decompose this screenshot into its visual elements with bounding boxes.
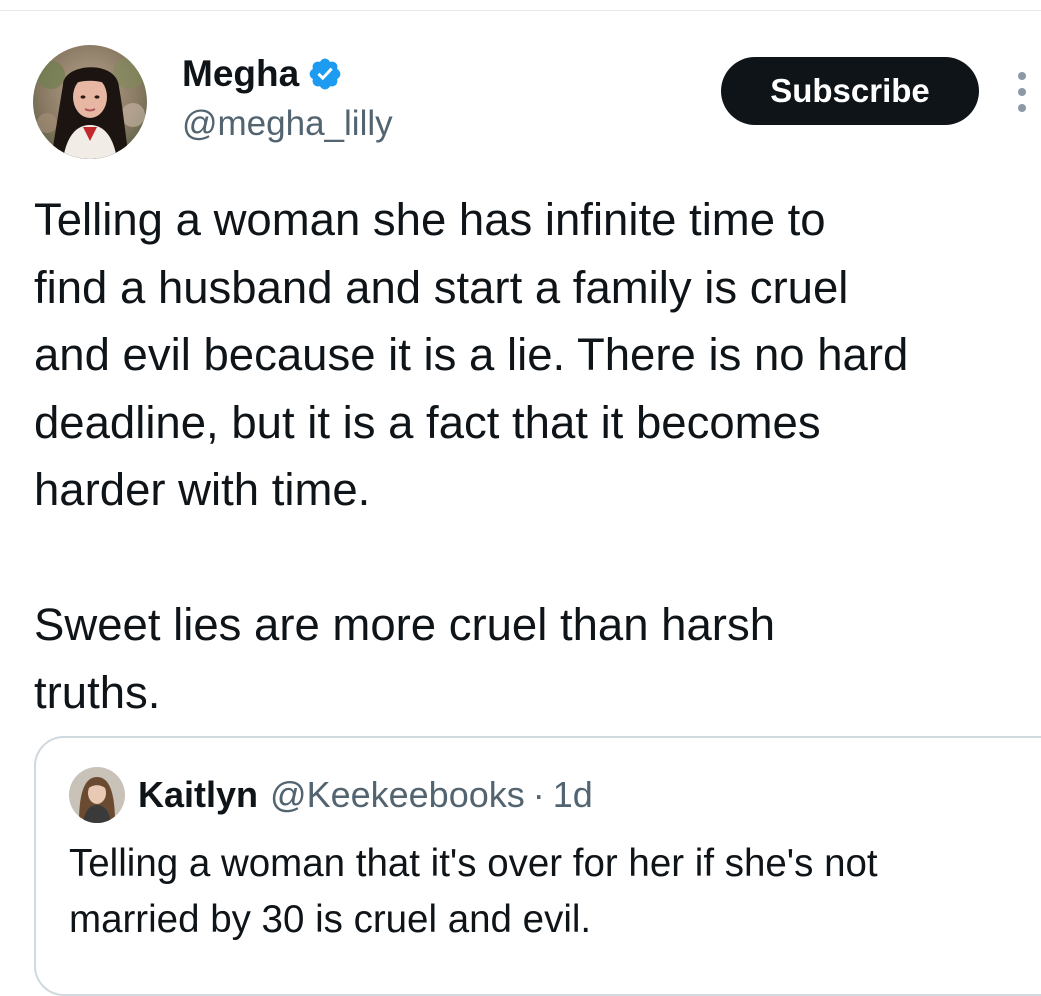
more-vertical-icon[interactable] <box>1011 72 1033 112</box>
top-divider <box>0 10 1041 11</box>
more-dot <box>1018 104 1026 112</box>
quoted-author-avatar[interactable] <box>69 767 125 823</box>
tweet-line: truths. <box>34 666 161 718</box>
quoted-handle[interactable]: @Keekeebooks <box>270 771 525 819</box>
quoted-avatar-image <box>69 767 125 823</box>
avatar-image <box>33 45 147 159</box>
author-handle[interactable]: @megha_lilly <box>182 102 393 146</box>
tweet-line: deadline, but it is a fact that it becom… <box>34 396 821 448</box>
tweet-line: find a husband and start a family is cru… <box>34 261 849 313</box>
quoted-header: Kaitlyn @Keekeebooks · 1d <box>138 771 593 819</box>
tweet-line: harder with time. <box>34 464 371 515</box>
quoted-timestamp[interactable]: 1d <box>553 771 593 819</box>
quoted-separator: · <box>532 774 545 815</box>
author-name-row: Megha <box>182 48 343 100</box>
more-dot <box>1018 88 1026 96</box>
quoted-body: Telling a woman that it's over for her i… <box>69 836 1029 948</box>
tweet-line: Sweet lies are more cruel than harsh <box>34 599 775 650</box>
more-dot <box>1018 72 1026 80</box>
tweet-body: Telling a woman she has infinite time to… <box>34 186 1034 726</box>
tweet-line: Telling a woman she has infinite time to <box>34 194 826 245</box>
verified-badge-icon[interactable] <box>307 56 343 92</box>
tweet-line: and evil because it is a lie. There is n… <box>34 329 909 380</box>
quoted-display-name[interactable]: Kaitlyn <box>138 771 258 819</box>
quoted-line: married by 30 is cruel and evil. <box>69 898 592 941</box>
author-avatar[interactable] <box>33 45 147 159</box>
subscribe-button[interactable]: Subscribe <box>721 57 979 125</box>
author-display-name[interactable]: Megha <box>182 48 299 100</box>
quoted-line: Telling a woman that it's over for her i… <box>69 842 878 885</box>
